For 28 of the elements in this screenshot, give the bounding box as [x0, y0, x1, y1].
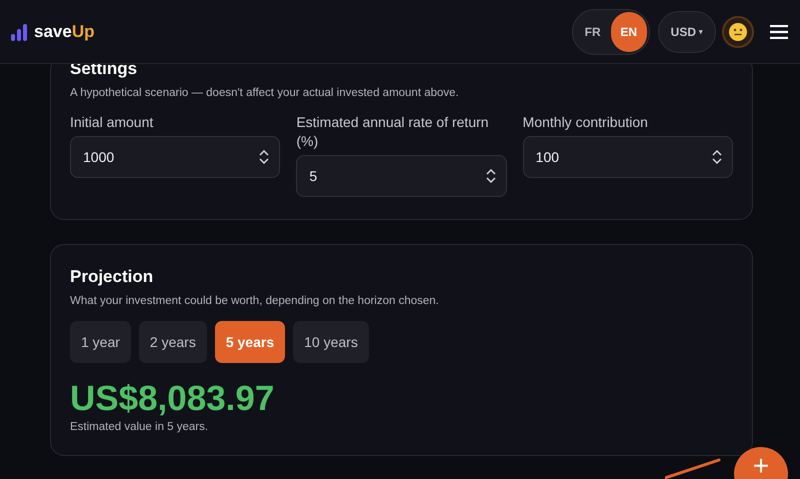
- add-button[interactable]: +: [734, 447, 788, 479]
- language-option[interactable]: FR: [574, 12, 611, 52]
- stepper-icon[interactable]: [259, 150, 270, 164]
- horizon-tab[interactable]: 5 years: [214, 321, 286, 363]
- projected-amount: US$8,083.97: [70, 379, 276, 419]
- field-label: Initial amount: [70, 113, 154, 132]
- number-field[interactable]: 100: [522, 136, 733, 178]
- bar-chart-icon: [10, 22, 28, 40]
- number-field[interactable]: 5: [296, 155, 507, 197]
- section-title: Projection: [70, 267, 154, 287]
- horizon-tab[interactable]: 1 year: [70, 321, 131, 363]
- field-label: Monthly contribution: [522, 113, 649, 132]
- stepper-icon[interactable]: [486, 169, 496, 183]
- amount-caption: Estimated value in 5 years.: [70, 421, 210, 433]
- section-subtitle: What your investment could be worth, depending on the horizon chosen.: [70, 295, 440, 307]
- number-field[interactable]: 1000: [70, 136, 280, 178]
- field-label: Estimated annual rate of return (%): [296, 113, 490, 151]
- menu-button[interactable]: [770, 24, 788, 38]
- horizon-tab[interactable]: 10 years: [293, 321, 369, 363]
- language-option[interactable]: EN: [610, 12, 647, 52]
- section-subtitle: A hypothetical scenario — doesn't affect your actual invested amount above.: [70, 87, 460, 99]
- avatar-button[interactable]: [722, 16, 754, 48]
- chart-line: [665, 458, 720, 479]
- stepper-icon[interactable]: [712, 150, 722, 164]
- smiley-icon: [728, 22, 748, 42]
- horizon-tab[interactable]: 2 years: [138, 321, 207, 363]
- menu-icon: [770, 24, 788, 38]
- brand-name: saveUp: [34, 22, 94, 42]
